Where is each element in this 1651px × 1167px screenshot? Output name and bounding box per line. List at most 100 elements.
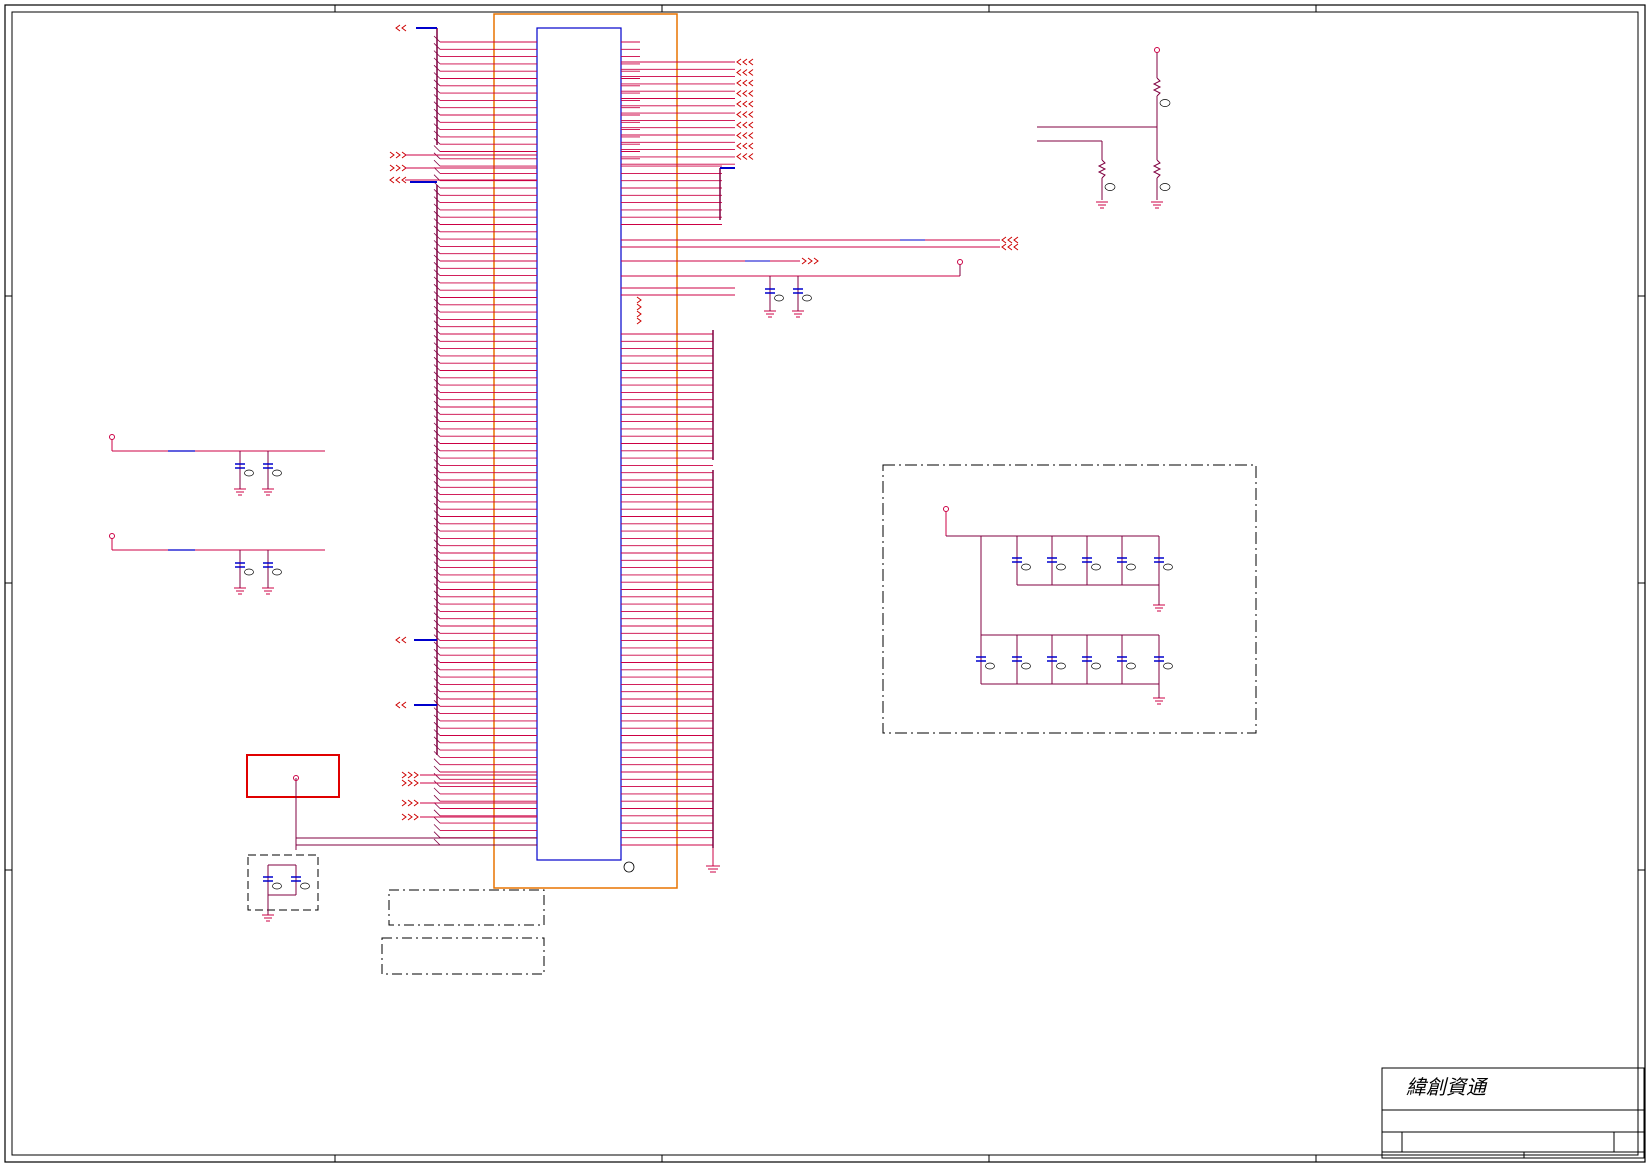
bus-entry <box>433 831 441 838</box>
bottom-left-nets <box>295 778 537 850</box>
capacitor-icon <box>976 656 995 670</box>
power-pin-icon <box>109 434 115 440</box>
capacitor-icon <box>1047 557 1066 571</box>
double-chevron-right-icon <box>401 779 419 787</box>
bus-entry <box>433 838 441 846</box>
capacitor-icon <box>263 463 282 477</box>
capacitor-icon <box>235 463 254 477</box>
double-chevron-left-icon <box>395 701 407 709</box>
capacitor-icon <box>1047 656 1066 670</box>
ground-symbol-icon <box>262 587 274 595</box>
left-pin-wires <box>433 35 537 846</box>
resistor-icon <box>1097 159 1107 179</box>
double-chevron-left-icon <box>736 69 754 76</box>
right-long-nets <box>621 239 1000 296</box>
power-pin-icon <box>957 259 963 265</box>
ground-symbol-icon <box>1153 697 1165 705</box>
capacitor-icon <box>263 876 282 890</box>
power-pin-icon <box>109 533 115 539</box>
capacitor-icon <box>1154 656 1173 670</box>
ground-symbol-icon <box>792 310 804 318</box>
ground-symbol-icon <box>234 587 246 595</box>
double-chevron-right-icon <box>636 296 642 304</box>
cap-group-region <box>247 854 319 911</box>
double-chevron-right-icon <box>401 813 419 821</box>
bus-entry <box>433 159 441 167</box>
bus-entry <box>433 794 441 802</box>
capacitor-icon <box>1012 557 1031 571</box>
capacitor-icon <box>793 288 812 302</box>
capacitor-icon <box>1117 557 1136 571</box>
capacitor-icon <box>263 562 282 576</box>
double-chevron-left-icon <box>736 153 754 160</box>
company-name: 緯創資通 <box>1406 1075 1489 1099</box>
double-chevron-left-icon <box>736 142 754 150</box>
double-chevron-left-icon <box>395 24 407 32</box>
bus-lines <box>410 27 735 848</box>
ground-symbol-icon <box>1151 201 1163 209</box>
double-chevron-right-icon <box>389 164 407 172</box>
ground-symbol-icon <box>234 488 246 496</box>
cap-bank-region <box>882 464 1257 734</box>
refdes-marker <box>1104 183 1116 191</box>
note-box-2 <box>381 937 545 975</box>
double-chevron-right-icon <box>636 317 642 325</box>
sheet-frame <box>4 4 1646 1163</box>
double-chevron-right-icon <box>401 771 419 779</box>
bus-entry <box>433 145 441 152</box>
resistor-icon <box>1152 77 1162 97</box>
double-chevron-right-icon <box>636 303 642 311</box>
bus-entry <box>433 758 441 765</box>
double-chevron-left-icon <box>1001 243 1019 251</box>
capacitor-icon <box>235 562 254 576</box>
ground-symbol-icon <box>764 310 776 318</box>
main-connector-body <box>536 27 622 861</box>
double-chevron-left-icon <box>736 100 754 108</box>
schematic-sheet: 緯創資通 <box>4 4 1646 1163</box>
capacitor-icon <box>1012 656 1031 670</box>
double-chevron-left-icon <box>736 111 754 118</box>
capacitor-icon <box>291 876 310 890</box>
resistor-icon <box>1152 159 1162 179</box>
double-chevron-left-icon <box>736 79 754 87</box>
refdes-marker <box>623 861 635 873</box>
bus-entry <box>433 780 441 787</box>
cap-bank <box>943 506 1173 705</box>
decoupling-caps-mid <box>764 276 812 318</box>
ground-symbol-icon <box>1096 201 1108 209</box>
double-chevron-left-icon <box>736 132 754 139</box>
capacitor-icon <box>1117 656 1136 670</box>
note-box-1 <box>388 889 545 926</box>
ground-symbol-icon <box>1153 604 1165 612</box>
ground-symbol-icon <box>262 914 274 922</box>
power-pin-icon <box>1154 47 1160 53</box>
bus-entry <box>433 787 441 795</box>
double-chevron-right-icon <box>636 310 642 318</box>
right-pin-wires <box>621 41 735 846</box>
bus-entry <box>433 152 441 160</box>
double-chevron-left-icon <box>736 121 754 129</box>
bus-entry <box>433 765 441 773</box>
left-decoupling-caps <box>109 434 325 595</box>
double-chevron-left-icon <box>736 90 754 97</box>
bus-entry <box>433 816 441 824</box>
capacitor-icon <box>765 288 784 302</box>
ground-symbol-icon <box>262 488 274 496</box>
double-chevron-left-icon <box>1001 236 1019 244</box>
double-chevron-right-icon <box>401 799 419 807</box>
double-chevron-right-icon <box>801 257 819 265</box>
ground-symbol-icon <box>706 848 720 873</box>
resistor-network <box>1037 52 1162 200</box>
double-chevron-left-icon <box>395 636 407 644</box>
bus-entry <box>433 824 441 831</box>
capacitor-icon <box>1082 656 1101 670</box>
bus-entry <box>433 809 441 817</box>
power-pin-icon <box>943 506 949 512</box>
capacitor-icon <box>1082 557 1101 571</box>
double-chevron-left-icon <box>389 176 407 184</box>
bus-entry <box>433 773 441 780</box>
double-chevron-right-icon <box>389 151 407 159</box>
refdes-marker <box>1159 99 1171 107</box>
double-chevron-left-icon <box>736 58 754 66</box>
refdes-marker <box>1159 183 1171 191</box>
